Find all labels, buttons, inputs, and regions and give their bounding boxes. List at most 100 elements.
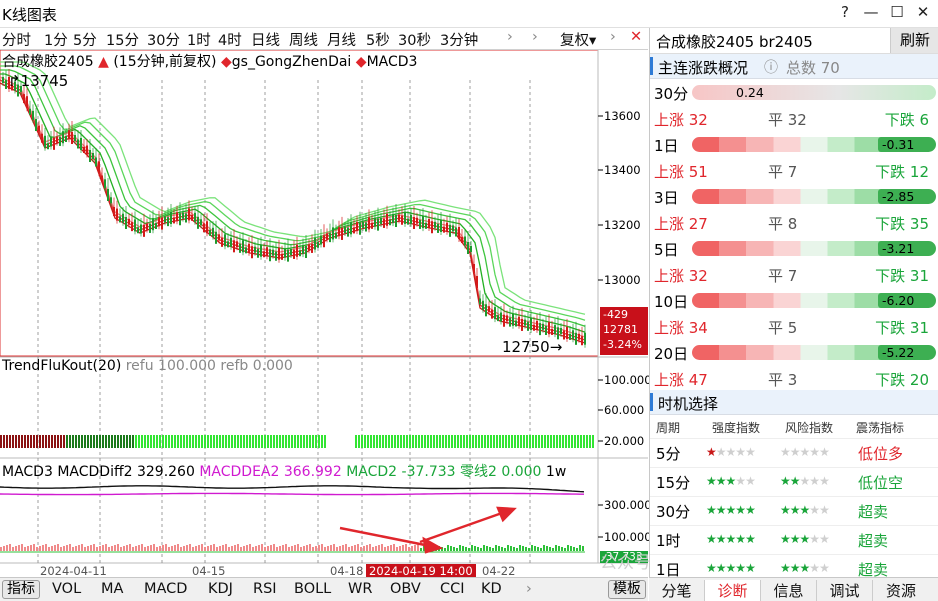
adjust-dropdown[interactable]: 复权▾ xyxy=(560,29,596,50)
close-button[interactable]: ✕ xyxy=(910,3,936,25)
trend-bar xyxy=(303,435,305,448)
macd-histogram-bar xyxy=(375,546,377,551)
period-1m[interactable]: 1分 xyxy=(44,29,68,50)
period-row[interactable]: 3日 -2.85 xyxy=(650,184,938,210)
timing-row[interactable]: 5分 ★★★★★ ★★★★★ 低位多 xyxy=(650,438,938,466)
trend-bar xyxy=(556,435,558,448)
macd-histogram-bar xyxy=(459,545,461,551)
trend-bar xyxy=(382,435,384,448)
macd-header: MACD3 MACDDiff2 329.260 MACDDEA2 366.992… xyxy=(2,461,566,481)
period-3min[interactable]: 3分钟 xyxy=(440,29,478,50)
period-row[interactable]: 30分 0.24 xyxy=(650,80,938,106)
chart-area[interactable]: 合成橡胶2405 ▲ (15分钟,前复权) ◆gs_GongZhenDai ◆M… xyxy=(0,50,652,578)
period-30s[interactable]: 30秒 xyxy=(398,29,431,50)
tab-kd[interactable]: KD xyxy=(481,581,502,597)
down-count: 下跌 31 xyxy=(875,267,929,285)
tab-info[interactable]: 信息 xyxy=(761,580,817,601)
macd-histogram-bar xyxy=(312,547,314,551)
macd-histogram-bar xyxy=(249,544,251,551)
macd-tick-100: 100.000 xyxy=(604,530,652,544)
macd-histogram-bar xyxy=(9,544,11,551)
timing-col-risk: 风险指数 xyxy=(785,421,834,435)
price-series xyxy=(0,61,586,348)
tab-obv[interactable]: OBV xyxy=(390,581,421,597)
period-row[interactable]: 10日 -6.20 xyxy=(650,288,938,314)
macd-histogram-bar xyxy=(576,548,578,551)
macd-histogram-bar xyxy=(156,547,158,551)
distribution-bar: 0.24 xyxy=(692,85,936,100)
period-monthly[interactable]: 月线 xyxy=(327,29,356,50)
trend-bar xyxy=(589,435,591,448)
period-4h[interactable]: 4时 xyxy=(218,29,242,50)
period-30m[interactable]: 30分 xyxy=(147,29,180,50)
y-tick-13200: 13200 xyxy=(604,218,641,232)
trend-bar xyxy=(454,435,456,448)
trend-bar xyxy=(505,435,507,448)
macd-name[interactable]: MACD3 xyxy=(2,464,53,480)
period-row[interactable]: 1日 -0.31 xyxy=(650,132,938,158)
tab-vol[interactable]: VOL xyxy=(52,581,81,597)
trend-bar xyxy=(60,435,62,448)
tab-boll[interactable]: BOLL xyxy=(294,581,331,597)
trend-title[interactable]: TrendFluKout(20) xyxy=(2,358,121,374)
period-5m[interactable]: 5分 xyxy=(73,29,97,50)
indicator-1-label[interactable]: gs_GongZhenDai xyxy=(232,54,352,70)
period-counts: 上涨 32 平 32 下跌 6 xyxy=(650,106,938,132)
chevron-right-icon-2[interactable]: › xyxy=(532,29,538,45)
help-circle-icon[interactable]: ⓘ xyxy=(764,57,778,77)
trend-bar xyxy=(412,435,414,448)
trend-bar xyxy=(177,435,179,448)
minimize-button[interactable]: — xyxy=(858,3,884,25)
period-weekly[interactable]: 周线 xyxy=(289,29,318,50)
period-row[interactable]: 5日 -3.21 xyxy=(650,236,938,262)
tab-ma[interactable]: MA xyxy=(101,581,123,597)
tab-resources[interactable]: 资源 xyxy=(873,580,929,601)
tab-cci[interactable]: CCI xyxy=(440,581,465,597)
macd-unit: 1w xyxy=(545,464,567,480)
period-daily[interactable]: 日线 xyxy=(251,29,280,50)
macd-histogram-bar xyxy=(15,546,17,551)
tab-ticks[interactable]: 分笔 xyxy=(649,580,705,601)
indicator-button[interactable]: 指标 xyxy=(2,580,40,599)
period-1h[interactable]: 1时 xyxy=(187,29,211,50)
chevron-right-icon[interactable]: › xyxy=(507,29,513,45)
maximize-button[interactable]: ☐ xyxy=(884,3,910,25)
help-button[interactable]: ? xyxy=(832,3,858,25)
chevron-right-icon-3[interactable]: › xyxy=(610,29,616,45)
macd-histogram-bar xyxy=(354,545,356,551)
macd-histogram-bar xyxy=(72,547,74,551)
tab-kdj[interactable]: KDJ xyxy=(208,581,233,597)
template-button[interactable]: 模板 xyxy=(608,580,646,599)
tab-macd[interactable]: MACD xyxy=(144,581,187,597)
tab-diagnosis[interactable]: 诊断 xyxy=(705,580,761,601)
timing-row[interactable]: 15分 ★★★★★ ★★★★★ 低位空 xyxy=(650,467,938,495)
macd-histogram-bar xyxy=(279,546,281,551)
close-chart-icon[interactable]: ✕ xyxy=(630,29,642,45)
tab-debug[interactable]: 调试 xyxy=(817,580,873,601)
tab-rsi[interactable]: RSI xyxy=(253,581,277,597)
tab-wr[interactable]: WR xyxy=(348,581,372,597)
chart-svg[interactable] xyxy=(0,50,648,577)
macd-histogram-bar xyxy=(282,545,284,551)
macd-histogram-bar xyxy=(171,546,173,551)
indicator-2-label[interactable]: MACD3 xyxy=(367,54,418,70)
trend-bar xyxy=(3,435,5,448)
trend-bar xyxy=(592,435,594,448)
y-tick-13600: 13600 xyxy=(604,109,641,123)
overview-section-header: 主连涨跌概况 ⓘ 总数 70 xyxy=(650,54,938,79)
period-row[interactable]: 20日 -5.22 xyxy=(650,340,938,366)
macd-histogram-bar xyxy=(288,547,290,551)
period-tick[interactable]: 分时 xyxy=(2,29,31,50)
period-15m[interactable]: 15分 xyxy=(106,29,139,50)
chevron-right-icon-4[interactable]: › xyxy=(526,581,532,597)
timing-row[interactable]: 1时 ★★★★★ ★★★★★ 超卖 xyxy=(650,525,938,553)
strength-stars-icon: ★★★★★ xyxy=(706,532,756,546)
trend-bar xyxy=(324,435,326,448)
refresh-button[interactable]: 刷新 xyxy=(890,28,938,53)
trend-bar xyxy=(15,435,17,448)
period-5s[interactable]: 5秒 xyxy=(366,29,390,50)
trend-bar xyxy=(544,435,546,448)
trend-bar xyxy=(123,435,125,448)
timing-col-signal: 震荡指标 xyxy=(856,421,905,435)
timing-row[interactable]: 30分 ★★★★★ ★★★★★ 超卖 xyxy=(650,496,938,524)
